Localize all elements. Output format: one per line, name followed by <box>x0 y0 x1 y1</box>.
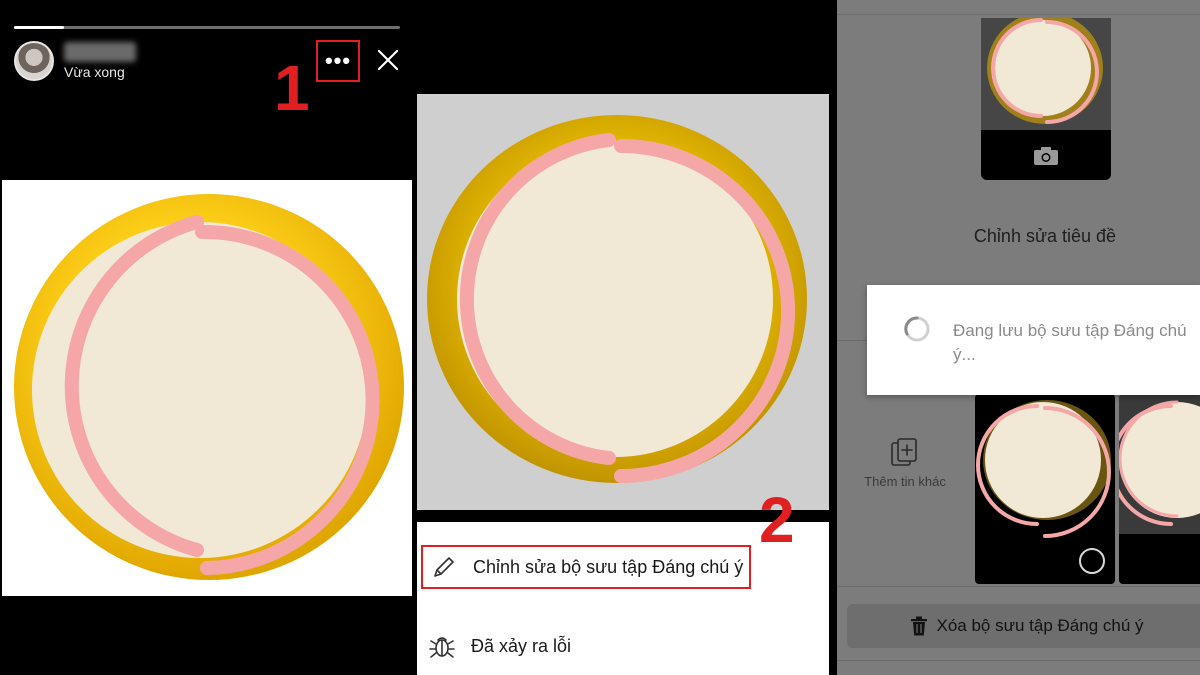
thumbnail-footer <box>1119 534 1200 584</box>
delete-label: Xóa bộ sưu tập Đáng chú ý <box>936 616 1144 635</box>
select-checkbox[interactable] <box>1079 548 1105 574</box>
blurred-username[interactable] <box>64 42 136 62</box>
saving-dialog: Đang lưu bộ sưu tập Đáng chú ý... <box>867 285 1200 395</box>
bottom-divider <box>837 660 1200 661</box>
story-thumbnail[interactable] <box>975 394 1115 584</box>
story-progress-fill <box>14 26 65 29</box>
add-story-label: Thêm tin khác <box>864 474 946 489</box>
cover-ring-image <box>987 18 1103 124</box>
add-more-story-button[interactable]: Thêm tin khác <box>857 436 953 489</box>
story-thumbnail[interactable] <box>1119 394 1200 584</box>
thumbnail-ring-image <box>976 400 1111 538</box>
story-image <box>2 180 412 596</box>
left-edge <box>833 0 837 675</box>
avatar[interactable] <box>14 41 54 81</box>
saving-message: Đang lưu bộ sưu tập Đáng chú ý... <box>953 321 1187 364</box>
thumbnail-ring-image <box>1119 400 1200 526</box>
highlight-cover[interactable] <box>981 18 1111 180</box>
story-timestamp: Vừa xong <box>64 64 125 80</box>
close-icon[interactable] <box>376 48 400 72</box>
gold-ring-image <box>14 194 404 580</box>
step-number-1: 1 <box>274 52 310 124</box>
loading-spinner-icon <box>904 316 930 342</box>
story-image-dimmed <box>417 94 829 510</box>
edit-highlight-panel: Chỉnh sửa tiêu đề Thêm tin khác Xóa bộ s… <box>833 0 1200 675</box>
story-viewer-panel: Vừa xong ••• 1 <box>0 0 413 675</box>
gold-ring-image <box>427 115 807 483</box>
step-number-2: 2 <box>759 484 795 556</box>
delete-highlight-button[interactable]: Xóa bộ sưu tập Đáng chú ý <box>847 604 1200 648</box>
bug-icon <box>429 637 455 658</box>
report-problem-menu-item[interactable]: Đã xảy ra lỗi <box>421 624 751 668</box>
menu-item-label: Đã xảy ra lỗi <box>471 635 572 656</box>
add-story-icon <box>891 438 917 466</box>
pencil-icon <box>434 557 454 577</box>
options-sheet-panel: 2 Chỉnh sửa bộ sưu tập Đáng chú ý Đã xảy… <box>413 0 833 675</box>
menu-item-label: Chỉnh sửa bộ sưu tập Đáng chú ý <box>473 556 744 577</box>
top-dark-area <box>413 0 833 94</box>
more-options-button[interactable]: ••• <box>316 40 360 82</box>
footer-divider <box>837 586 1200 587</box>
story-progress-bar <box>14 26 400 29</box>
edit-highlight-menu-item[interactable]: Chỉnh sửa bộ sưu tập Đáng chú ý <box>421 545 751 589</box>
camera-icon[interactable] <box>1033 146 1059 166</box>
top-divider <box>837 14 1200 15</box>
trash-icon <box>911 616 928 636</box>
edit-title-link[interactable]: Chỉnh sửa tiêu đề <box>833 226 1200 247</box>
